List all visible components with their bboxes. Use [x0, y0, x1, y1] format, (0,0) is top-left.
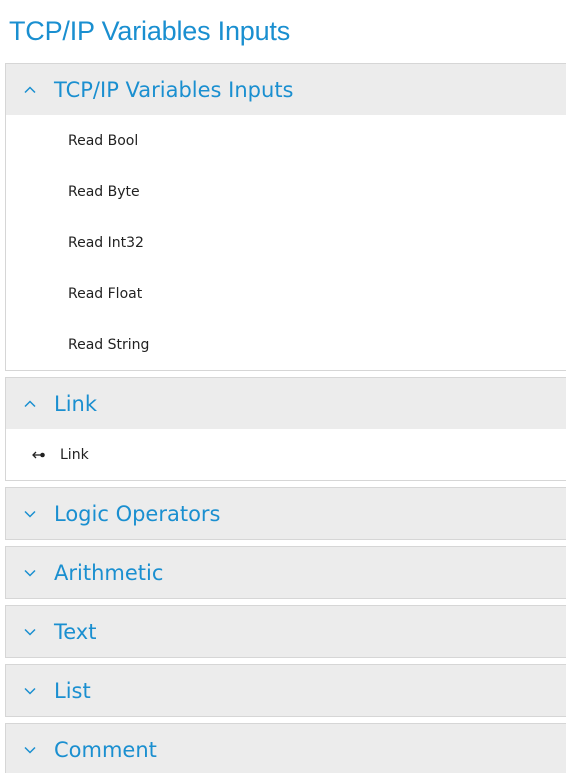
list-item-read-string[interactable]: Read String: [6, 319, 566, 370]
item-label: Read Int32: [68, 234, 144, 251]
chevron-down-icon: [24, 510, 36, 518]
item-label: Read Float: [68, 285, 143, 302]
chevron-down-icon: [24, 687, 36, 695]
section-arithmetic: Arithmetic: [5, 546, 566, 599]
section-header-arithmetic[interactable]: Arithmetic: [6, 547, 566, 598]
section-title: TCP/IP Variables Inputs: [54, 77, 294, 102]
item-label: Read Byte: [68, 183, 140, 200]
list-item-link[interactable]: Link: [6, 429, 566, 480]
section-title: Text: [54, 619, 97, 644]
chevron-down-icon: [24, 628, 36, 636]
section-header-text[interactable]: Text: [6, 606, 566, 657]
section-title: List: [54, 678, 91, 703]
toolbox-page: TCP/IP Variables Inputs TCP/IP Variables…: [0, 0, 566, 773]
item-label: Read String: [68, 336, 150, 353]
section-header-list[interactable]: List: [6, 665, 566, 716]
section-list: List: [5, 664, 566, 717]
toolbox-panel: TCP/IP Variables Inputs Read Bool Read B…: [5, 63, 566, 773]
section-tcpip-variables-inputs: TCP/IP Variables Inputs Read Bool Read B…: [5, 63, 566, 371]
section-link: Link Link: [5, 377, 566, 481]
section-header-tcpip-variables-inputs[interactable]: TCP/IP Variables Inputs: [6, 64, 566, 115]
list-item-read-int32[interactable]: Read Int32: [6, 217, 566, 268]
chevron-down-icon: [24, 569, 36, 577]
link-arrow-icon: [32, 451, 45, 458]
list-item-read-bool[interactable]: Read Bool: [6, 115, 566, 166]
section-header-comment[interactable]: Comment: [6, 724, 566, 773]
section-title: Arithmetic: [54, 560, 164, 585]
chevron-down-icon: [24, 746, 36, 754]
section-title: Logic Operators: [54, 501, 221, 526]
section-comment: Comment: [5, 723, 566, 773]
page-title: TCP/IP Variables Inputs: [9, 16, 291, 46]
section-header-logic-operators[interactable]: Logic Operators: [6, 488, 566, 539]
chevron-up-icon: [24, 399, 36, 407]
section-items: Link: [6, 429, 566, 480]
section-title: Comment: [54, 737, 157, 762]
item-label: Link: [60, 446, 89, 463]
item-label: Read Bool: [68, 132, 139, 149]
section-logic-operators: Logic Operators: [5, 487, 566, 540]
list-item-read-float[interactable]: Read Float: [6, 268, 566, 319]
section-title: Link: [54, 391, 98, 416]
section-text: Text: [5, 605, 566, 658]
chevron-up-icon: [24, 85, 36, 93]
section-header-link[interactable]: Link: [6, 378, 566, 429]
list-item-read-byte[interactable]: Read Byte: [6, 166, 566, 217]
section-items: Read Bool Read Byte Read Int32 Read Floa…: [6, 115, 566, 370]
